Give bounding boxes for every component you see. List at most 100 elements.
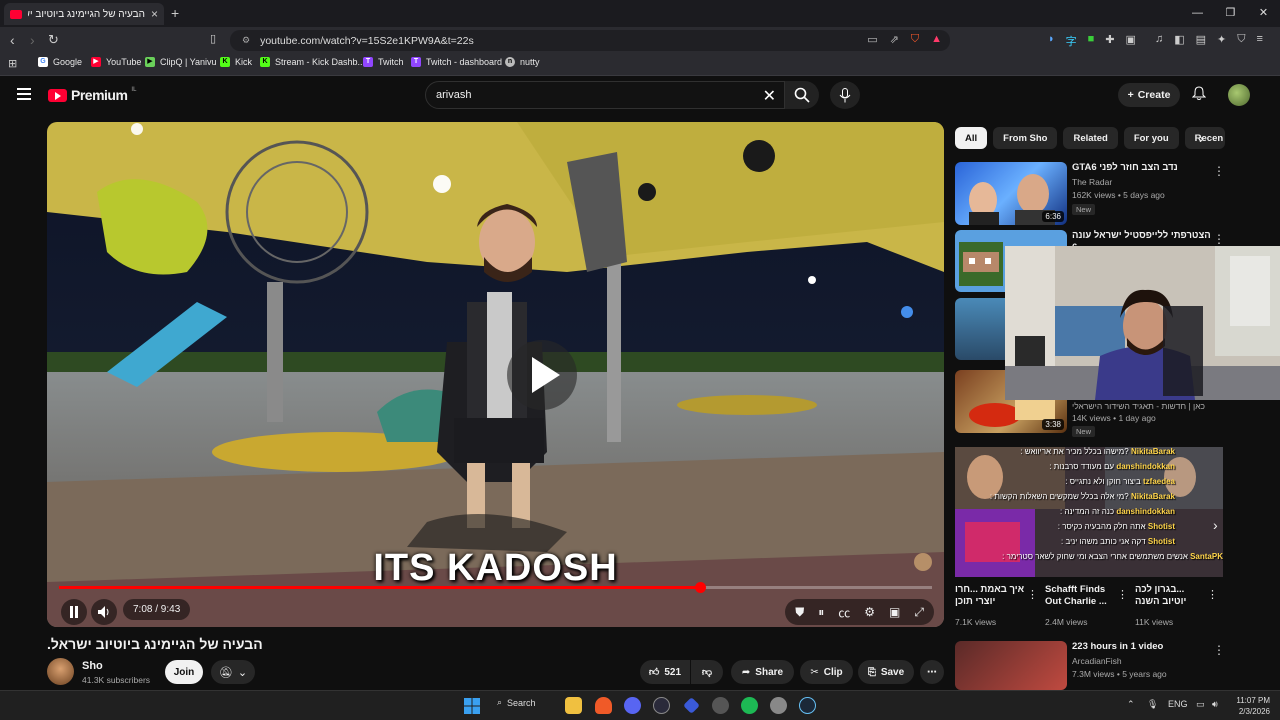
scrubber-knob[interactable] xyxy=(694,582,706,593)
video-thumbnail[interactable]: 6:36 xyxy=(955,162,1067,225)
obs-icon[interactable] xyxy=(653,697,670,714)
more-vertical-icon[interactable]: ⋮ xyxy=(1213,164,1225,178)
subscription-notification-button[interactable]: 🔕︎ ⌄ xyxy=(211,660,255,684)
tray-chevron-icon[interactable]: ⌃ xyxy=(1127,699,1135,710)
short-title[interactable]: איך באמת ...חרו יוצרי תוכן xyxy=(955,584,1030,608)
play-overlay-button[interactable] xyxy=(507,340,577,410)
new-tab-button[interactable]: + xyxy=(171,5,179,21)
progress-bar[interactable] xyxy=(59,582,932,593)
bookmark-twitch[interactable]: T Twitch xyxy=(363,57,404,67)
reader-icon[interactable]: ▣ xyxy=(1126,33,1136,49)
forward-icon[interactable]: › xyxy=(30,32,35,48)
settings-gear-icon[interactable]: ⚙ xyxy=(864,605,875,619)
bookmark-nutty[interactable]: n nutty xyxy=(505,57,540,67)
extensions-puzzle-icon[interactable]: ✚ xyxy=(1105,33,1114,49)
taskbar-search[interactable]: ⌕ Search xyxy=(497,697,536,708)
menu-icon[interactable]: ≡ xyxy=(1256,33,1262,49)
guide-menu-icon[interactable] xyxy=(17,88,31,103)
premium-shield-icon[interactable]: ⛊ xyxy=(795,605,804,620)
subtitles-icon[interactable]: ㏄ xyxy=(838,604,850,621)
channel-avatar[interactable] xyxy=(47,658,74,685)
green-extension-icon[interactable]: ■ xyxy=(1088,33,1095,49)
windows-start-icon[interactable] xyxy=(464,698,480,714)
close-window-icon[interactable]: ✕ xyxy=(1247,0,1280,27)
discord-icon[interactable] xyxy=(624,697,641,714)
bookmark-page-icon[interactable]: ▯ xyxy=(210,32,216,45)
youtube-premium-logo[interactable]: Premium IL xyxy=(48,87,136,103)
vpn-icon[interactable]: ⛉ xyxy=(1237,33,1245,49)
steam-icon[interactable] xyxy=(799,697,816,714)
bookmark-kick-dashboard[interactable]: K Stream - Kick Dashb... xyxy=(260,57,365,67)
video-thumbnail[interactable] xyxy=(955,641,1067,690)
minimize-icon[interactable]: — xyxy=(1181,0,1214,27)
leo-ai-icon[interactable]: ✦ xyxy=(1217,33,1226,49)
translate-extension-icon[interactable]: ◗ xyxy=(1048,33,1055,49)
tab-close-icon[interactable]: × xyxy=(151,7,158,21)
brave-shield-icon[interactable]: ⛉ xyxy=(911,33,919,46)
more-vertical-icon[interactable]: ⋮ xyxy=(1027,588,1038,601)
short-title[interactable]: ...בגרון לכה יוטיוב השנה xyxy=(1135,584,1210,608)
share-page-icon[interactable]: ⇗ xyxy=(890,33,899,46)
site-info-icon[interactable]: ⚙ xyxy=(242,35,250,46)
bookmark-twitch-dashboard[interactable]: T Twitch - dashboard xyxy=(411,57,502,67)
network-icon[interactable]: ▭ xyxy=(1196,699,1205,710)
file-explorer-icon[interactable] xyxy=(565,697,582,714)
chip-for-you[interactable]: For you xyxy=(1123,127,1179,149)
volume-button[interactable] xyxy=(91,599,117,625)
share-button[interactable]: ➦ Share xyxy=(731,660,794,684)
bookmark-clipq[interactable]: ▶ ClipQ | Yanivu xyxy=(145,57,217,67)
language-indicator[interactable]: ENG xyxy=(1168,699,1188,709)
restore-icon[interactable]: ❐ xyxy=(1214,0,1247,27)
search-input[interactable]: arivash ✕ xyxy=(425,81,785,109)
brave-browser-icon[interactable] xyxy=(595,697,612,714)
clip-button[interactable]: ✂ Clip xyxy=(800,660,853,684)
clock[interactable]: 11:07 PM 2/3/2026 xyxy=(1236,695,1270,717)
account-avatar[interactable] xyxy=(1228,84,1250,106)
brave-rewards-icon[interactable]: ▲ xyxy=(931,33,942,46)
chip-all[interactable]: All xyxy=(955,127,988,149)
chip-from-sho[interactable]: From Sho xyxy=(993,127,1058,149)
clear-search-icon[interactable]: ✕ xyxy=(763,86,776,106)
channel-name[interactable]: Sho xyxy=(82,660,103,672)
chips-next-arrow-icon[interactable]: › xyxy=(1199,130,1204,146)
browser-tab-active[interactable]: הבעיה של הגיימינג ביוטיוב ישר × xyxy=(4,3,164,25)
create-button[interactable]: + Create xyxy=(1118,83,1180,107)
autoplay-toggle-icon[interactable]: ⏸ xyxy=(818,605,824,620)
chip-recent[interactable]: Recen xyxy=(1184,127,1225,149)
fullscreen-icon[interactable]: ⤢ xyxy=(914,605,924,620)
bookmark-kick[interactable]: K Kick xyxy=(220,57,252,67)
sidebar-toggle-icon[interactable]: ◧ xyxy=(1174,33,1184,49)
search-button[interactable] xyxy=(785,81,819,109)
join-button[interactable]: Join xyxy=(165,660,203,684)
app-gear-icon[interactable] xyxy=(712,697,729,714)
language-extension-icon[interactable]: 字 xyxy=(1066,33,1077,49)
wallet-icon[interactable]: ▤ xyxy=(1196,33,1206,49)
related-video-item[interactable]: 6:36 נדב הצב חוזר לפני GTA6 The Radar 16… xyxy=(955,162,1255,228)
notifications-bell-icon[interactable] xyxy=(1191,86,1207,104)
apps-grid-icon[interactable]: ⊞ xyxy=(8,57,17,70)
more-vertical-icon[interactable]: ⋮ xyxy=(1117,588,1128,601)
app-diamond-icon[interactable] xyxy=(683,697,700,714)
spotify-icon[interactable] xyxy=(741,697,758,714)
short-title[interactable]: Schafft Finds Out Charlie ... xyxy=(1045,584,1120,608)
save-button[interactable]: ⎘ Save xyxy=(858,660,914,684)
chip-related[interactable]: Related xyxy=(1063,127,1118,149)
more-actions-button[interactable]: ⋯ xyxy=(920,660,944,684)
more-vertical-icon[interactable]: ⋮ xyxy=(1207,588,1218,601)
screen-cast-icon[interactable]: ▭ xyxy=(867,33,877,46)
url-bar[interactable]: ⚙ youtube.com/watch?v=15S2e1KPW9A&t=22s … xyxy=(230,30,950,51)
bookmark-google[interactable]: G Google xyxy=(38,57,82,67)
more-vertical-icon[interactable]: ⋮ xyxy=(1213,232,1225,246)
miniplayer-icon[interactable]: ▣ xyxy=(889,605,900,619)
like-button[interactable]: 👍︎ 521 xyxy=(640,660,690,684)
settings-app-icon[interactable] xyxy=(770,697,787,714)
music-icon[interactable]: ♫ xyxy=(1155,33,1163,49)
more-vertical-icon[interactable]: ⋮ xyxy=(1213,643,1225,657)
shelf-next-arrow-icon[interactable]: › xyxy=(1213,517,1218,533)
pause-button[interactable] xyxy=(61,599,87,625)
back-icon[interactable]: ‹ xyxy=(10,32,15,48)
mic-tray-icon[interactable]: 🎙︎ xyxy=(1147,699,1158,710)
volume-tray-icon[interactable]: 🔊︎ xyxy=(1212,699,1218,710)
reload-icon[interactable]: ↻ xyxy=(48,32,59,48)
related-video-item[interactable]: 223 hours in 1 video ArcadianFish 7.3M v… xyxy=(955,641,1255,690)
